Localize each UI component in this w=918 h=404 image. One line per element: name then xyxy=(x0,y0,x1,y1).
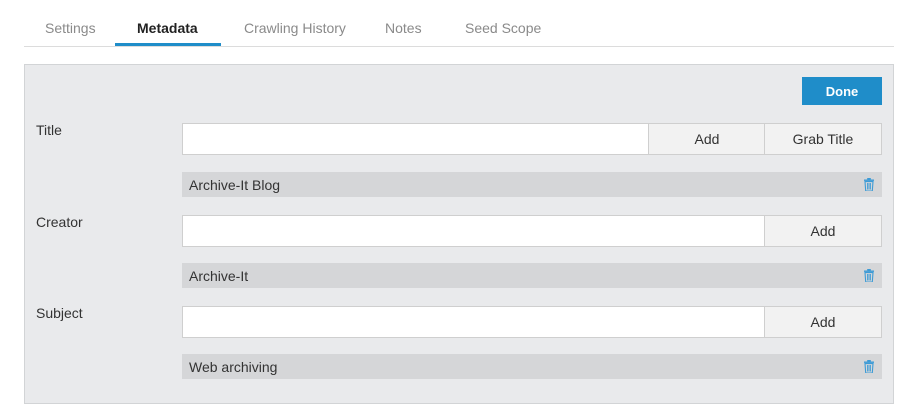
title-input[interactable] xyxy=(182,123,649,155)
creator-add-button[interactable]: Add xyxy=(764,215,882,247)
creator-label: Creator xyxy=(36,214,83,230)
trash-icon[interactable] xyxy=(864,269,874,282)
grab-title-button[interactable]: Grab Title xyxy=(764,123,882,155)
trash-icon[interactable] xyxy=(864,360,874,373)
tab-metadata[interactable]: Metadata xyxy=(137,20,198,36)
trash-icon[interactable] xyxy=(864,178,874,191)
subject-value-row: Web archiving xyxy=(182,354,882,379)
tab-notes[interactable]: Notes xyxy=(385,20,422,36)
creator-input[interactable] xyxy=(182,215,766,247)
done-button[interactable]: Done xyxy=(802,77,882,105)
title-add-button[interactable]: Add xyxy=(648,123,766,155)
creator-value-text: Archive-It xyxy=(189,267,249,284)
title-label: Title xyxy=(36,122,62,138)
active-tab-indicator xyxy=(115,43,221,46)
tab-bar: Settings Metadata Crawling History Notes… xyxy=(24,0,894,47)
subject-input[interactable] xyxy=(182,306,766,338)
subject-add-button[interactable]: Add xyxy=(764,306,882,338)
title-value-row: Archive-It Blog xyxy=(182,172,882,197)
title-value-text: Archive-It Blog xyxy=(189,176,281,193)
tab-settings[interactable]: Settings xyxy=(45,20,96,36)
subject-label: Subject xyxy=(36,305,83,321)
tab-seed-scope[interactable]: Seed Scope xyxy=(465,20,541,36)
subject-value-text: Web archiving xyxy=(189,358,278,375)
tab-crawling-history[interactable]: Crawling History xyxy=(244,20,346,36)
creator-value-row: Archive-It xyxy=(182,263,882,288)
